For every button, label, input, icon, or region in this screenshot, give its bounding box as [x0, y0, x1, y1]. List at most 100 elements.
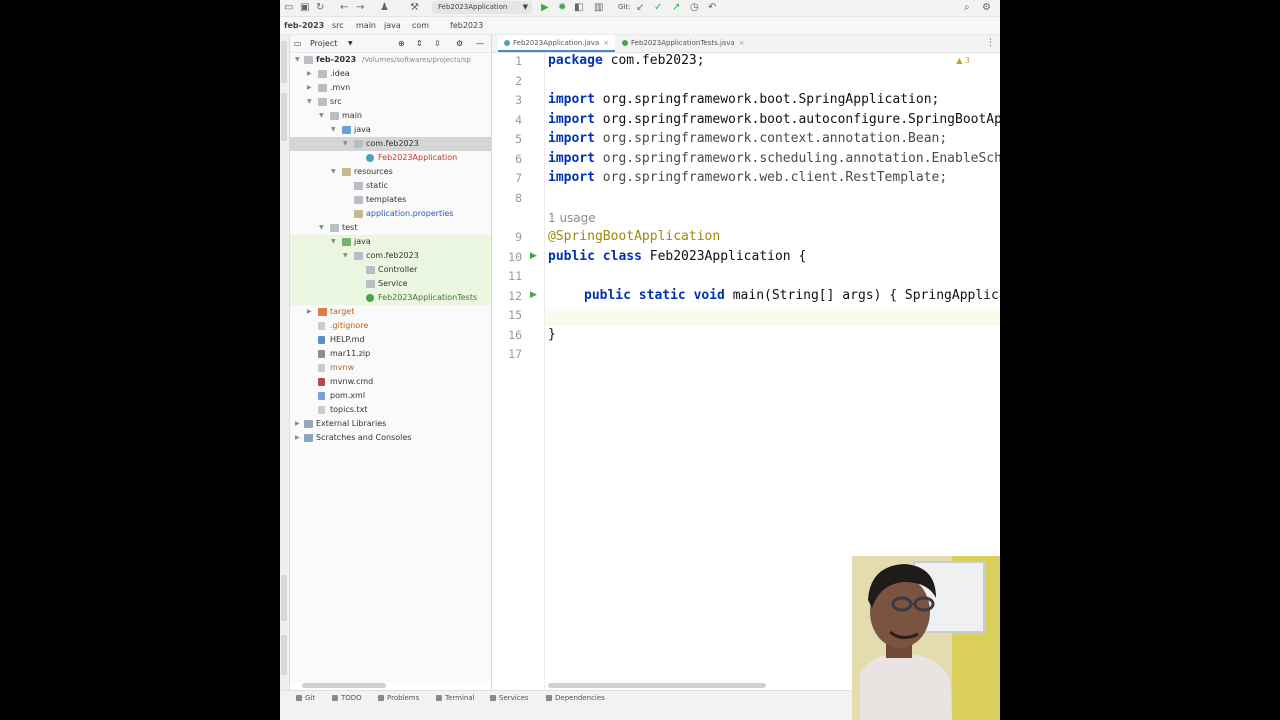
history-icon[interactable]: ◷ [690, 2, 699, 14]
tree-item-test-package[interactable]: ▼ com.feb2023 [290, 249, 491, 263]
tree-item-service[interactable]: Service [290, 277, 491, 291]
stop-icon[interactable]: ▥ [594, 2, 603, 14]
tree-item-controller[interactable]: Controller [290, 263, 491, 277]
project-panel-title[interactable]: Project [310, 35, 337, 52]
tree-item-target[interactable]: ▶ target [290, 305, 491, 319]
run-gutter-icon[interactable]: ▶ [530, 251, 537, 261]
tree-item-resources[interactable]: ▼ resources [290, 165, 491, 179]
coverage-icon[interactable]: ◧ [574, 2, 583, 14]
tree-item-package[interactable]: ▼ com.feb2023 [290, 137, 491, 151]
breadcrumb-item[interactable]: feb2023 [450, 17, 483, 34]
tree-item-mvnw-cmd[interactable]: mvnw.cmd [290, 375, 491, 389]
tree-item-help[interactable]: HELP.md [290, 333, 491, 347]
zip-file-icon [318, 350, 325, 358]
breadcrumb-item[interactable]: java [384, 17, 401, 34]
code-text: } [548, 327, 556, 342]
search-icon[interactable]: ⌕ [964, 2, 970, 14]
tree-item-idea[interactable]: ▶ .idea [290, 67, 491, 81]
expand-all-icon[interactable]: ⇕ [416, 35, 423, 52]
folder-icon [354, 182, 363, 190]
save-icon[interactable]: ▣ [300, 2, 309, 14]
tree-item-test-java[interactable]: ▼ java [290, 235, 491, 249]
tree-item-src[interactable]: ▼ src [290, 95, 491, 109]
gear-icon[interactable]: ⚙ [982, 2, 991, 14]
commit-tool-tab[interactable] [281, 93, 287, 141]
tree-item-scratches[interactable]: ▶ Scratches and Consoles [290, 431, 491, 445]
presenter-video [852, 556, 1000, 720]
tool-tab-problems[interactable]: Problems [378, 694, 419, 702]
line-number: 9 [515, 230, 522, 244]
tool-tab-dependencies[interactable]: Dependencies [546, 694, 605, 702]
chevron-down-icon[interactable]: ▼ [348, 35, 353, 52]
folder-icon[interactable]: ▭ [284, 2, 293, 14]
tree-item-label: Service [378, 279, 408, 288]
debug-icon[interactable]: ✹ [558, 2, 566, 14]
file-icon [318, 364, 325, 372]
chevron-right-icon: ▶ [295, 434, 300, 441]
tool-tab-git[interactable]: Git [296, 694, 315, 702]
sync-icon[interactable]: ↻ [316, 2, 324, 14]
structure-tool-tab[interactable] [281, 635, 287, 675]
tree-item-gitignore[interactable]: .gitignore [290, 319, 491, 333]
tree-item-zip[interactable]: mar11.zip [290, 347, 491, 361]
properties-file-icon [354, 210, 363, 218]
tree-item-mvn[interactable]: ▶ .mvn [290, 81, 491, 95]
gear-icon[interactable]: ⚙ [456, 35, 463, 52]
tree-item-topics[interactable]: topics.txt [290, 403, 491, 417]
locate-icon[interactable]: ⊕ [398, 35, 405, 52]
git-commit-icon[interactable]: ✓ [654, 2, 662, 14]
user-icon[interactable]: ♟ [380, 2, 389, 14]
breadcrumb-item[interactable]: src [332, 17, 344, 34]
tree-item-mvnw[interactable]: mvnw [290, 361, 491, 375]
run-config-dropdown[interactable]: Feb2023Application ▼ [432, 1, 532, 14]
tab-feb2023-application-tests[interactable]: Feb2023ApplicationTests.java × [616, 35, 751, 52]
rollback-icon[interactable]: ↶ [708, 2, 716, 14]
usage-hint[interactable]: 1 usage [548, 211, 596, 225]
forward-icon[interactable]: → [356, 2, 364, 14]
problems-icon [378, 695, 384, 701]
git-push-icon[interactable]: ↗ [672, 2, 680, 14]
tree-item-test[interactable]: ▼ test [290, 221, 491, 235]
tool-tab-terminal[interactable]: Terminal [436, 694, 475, 702]
chevron-right-icon: ▶ [295, 420, 300, 427]
left-tool-strip [280, 35, 290, 690]
run-gutter-icon[interactable]: ▶ [530, 290, 537, 300]
terminal-icon [436, 695, 442, 701]
tool-tab-todo[interactable]: TODO [332, 694, 362, 702]
tab-feb2023-application[interactable]: Feb2023Application.java × [498, 35, 616, 52]
tree-item-main[interactable]: ▼ main [290, 109, 491, 123]
tree-horizontal-scrollbar[interactable] [302, 683, 386, 688]
chevron-down-icon: ▼ [343, 140, 348, 147]
chevron-down-icon: ▼ [331, 238, 336, 245]
bookmarks-tool-tab[interactable] [281, 575, 287, 621]
tree-item-test-class[interactable]: Feb2023ApplicationTests [290, 291, 491, 305]
tree-item-app-properties[interactable]: application.properties [290, 207, 491, 221]
tree-item-external-libraries[interactable]: ▶ External Libraries [290, 417, 491, 431]
tree-item-label: feb-2023 [316, 55, 357, 64]
tree-item-pom[interactable]: pom.xml [290, 389, 491, 403]
git-update-icon[interactable]: ↙ [636, 2, 644, 14]
project-tool-tab[interactable] [281, 41, 287, 83]
breadcrumb-item[interactable]: feb-2023 [284, 17, 324, 34]
chevron-down-icon: ▼ [307, 98, 312, 105]
tool-tab-services[interactable]: Services [490, 694, 529, 702]
close-icon[interactable]: × [739, 39, 745, 47]
breadcrumb-item[interactable]: com [412, 17, 429, 34]
close-icon[interactable]: × [603, 39, 609, 47]
breadcrumb-item[interactable]: main [356, 17, 376, 34]
run-icon[interactable]: ▶ [541, 2, 549, 14]
editor-horizontal-scrollbar[interactable] [548, 683, 766, 688]
build-hammer-icon[interactable]: ⚒ [410, 2, 419, 14]
more-options-icon[interactable]: ⋮ [986, 35, 995, 52]
tree-item-root[interactable]: ▼ feb-2023 /Volumes/softwares/projects/s… [290, 53, 491, 67]
code-keyword: import [548, 151, 595, 166]
tree-item-templates[interactable]: templates [290, 193, 491, 207]
warning-indicator[interactable]: ▲ 3 [956, 56, 970, 65]
tool-tab-label: Problems [387, 694, 420, 702]
hide-icon[interactable]: — [476, 35, 484, 52]
collapse-all-icon[interactable]: ⇳ [434, 35, 441, 52]
back-icon[interactable]: ← [340, 2, 348, 14]
tree-item-app-class[interactable]: Feb2023Application [290, 151, 491, 165]
tree-item-static[interactable]: static [290, 179, 491, 193]
tree-item-java[interactable]: ▼ java [290, 123, 491, 137]
